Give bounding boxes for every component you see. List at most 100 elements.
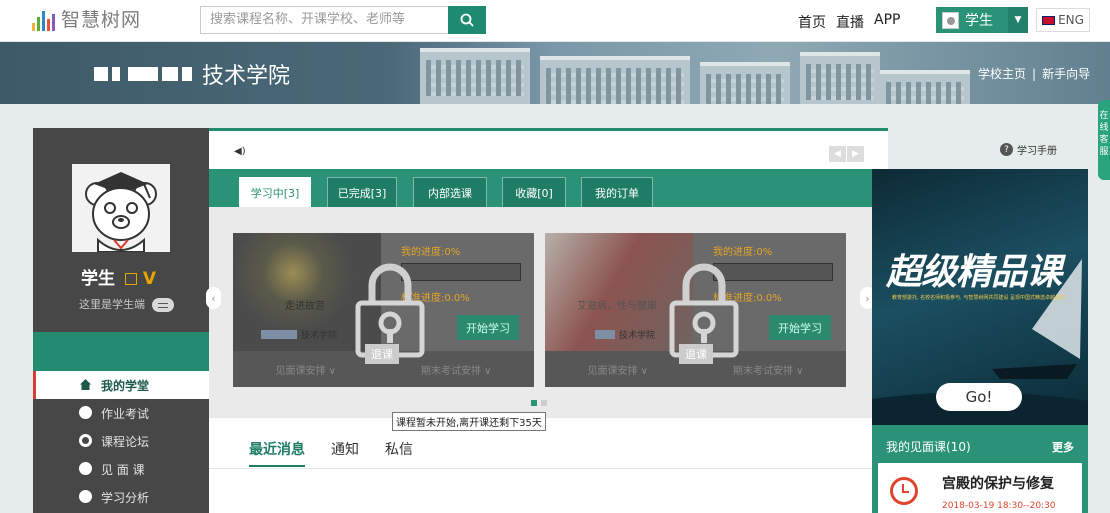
tab-internal[interactable]: 内部选课 <box>413 177 487 207</box>
sidebar-item-homework[interactable]: 作业考试 <box>33 399 209 427</box>
switch-role-icon[interactable] <box>151 298 174 312</box>
quit-course-button[interactable]: 退课 <box>365 344 399 364</box>
promo-subtitle: 教育部委托, 名校名师积极参与, 与智慧树网共同建设 呈现中国式精选卓越品质 <box>892 295 1065 301</box>
chart-icon <box>79 490 92 503</box>
meet-course-title: 宫殿的保护与修复 <box>942 476 1054 492</box>
banner-links: 学校主页 | 新手向导 <box>978 65 1090 82</box>
meet-course-panel: 我的见面课(10) 更多 宫殿的保护与修复 2018-03-19 18:30--… <box>872 425 1088 513</box>
speaker-icon: ◀) <box>234 146 246 157</box>
user-subtitle: 这里是学生端 <box>79 296 174 312</box>
user-name: 学生 V <box>81 264 156 289</box>
start-learning-button[interactable]: 开始学习 <box>457 315 519 340</box>
next-icon[interactable]: ▶ <box>847 146 865 162</box>
online-service-tab[interactable]: 在线客服 <box>1098 100 1110 180</box>
exam-schedule-dropdown[interactable]: 期末考试安排 ∨ <box>421 362 492 377</box>
quit-course-button[interactable]: 退课 <box>679 344 713 364</box>
tab-private-messages[interactable]: 私信 <box>385 439 413 459</box>
carousel-dot[interactable] <box>531 400 537 406</box>
school-logo-mark <box>182 67 192 81</box>
role-switcher[interactable]: 学生 ▼ <box>936 7 1028 33</box>
carousel-dot[interactable] <box>541 400 547 406</box>
newbie-guide-link[interactable]: 新手向导 <box>1042 67 1090 81</box>
tab-orders[interactable]: 我的订单 <box>581 177 653 207</box>
sidebar-item-label: 见 面 课 <box>101 462 145 477</box>
top-nav: 首页 直播 APP <box>798 12 900 32</box>
school-chip: 技术学院 <box>261 328 337 341</box>
meeting-icon <box>79 462 92 475</box>
meet-schedule-dropdown[interactable]: 见面课安排 ∨ <box>276 362 337 377</box>
language-switch[interactable]: ENG <box>1036 8 1090 32</box>
school-home-link[interactable]: 学校主页 <box>978 67 1026 81</box>
tab-recent-messages[interactable]: 最近消息 <box>249 439 305 467</box>
my-progress: 我的进度:0% <box>401 247 461 258</box>
vip-icon <box>124 273 137 285</box>
top-bar: 智慧树网 搜索课程名称、开课学校、老师等 首页 直播 APP 学生 ▼ ENG <box>0 0 1110 42</box>
promo-go-button[interactable]: Go! <box>936 383 1022 411</box>
bear-avatar-icon <box>72 164 170 252</box>
sidebar-item-label: 我的学堂 <box>101 378 150 393</box>
notice-pager: ◀ ▶ <box>829 146 865 162</box>
tab-notices[interactable]: 通知 <box>331 439 359 459</box>
meet-course-time: 2018-03-19 18:30--20:30 <box>942 501 1056 511</box>
sidebar-item-label: 作业考试 <box>101 406 150 421</box>
school-logo-mark <box>94 67 108 81</box>
avatar[interactable] <box>72 164 170 252</box>
building-image <box>700 62 790 104</box>
message-tabs: 最近消息 通知 私信 <box>209 429 872 469</box>
building-image <box>800 52 880 104</box>
course-title: 走进故宫 <box>285 301 325 312</box>
meet-schedule-dropdown[interactable]: 见面课安排 ∨ <box>588 362 649 377</box>
user-face-icon <box>942 11 959 29</box>
school-chip-label: 技术学院 <box>619 331 656 341</box>
user-name-label: 学生 <box>81 269 115 289</box>
meet-course-header: 我的见面课(10) <box>886 440 971 454</box>
sidebar: 学生 V 这里是学生端 我的学堂 作业考试 课程论坛 见 面 课 学习分析 <box>33 128 209 513</box>
school-title: 技术学院 <box>94 58 290 90</box>
user-subtitle-label: 这里是学生端 <box>79 298 145 311</box>
tab-favorites[interactable]: 收藏[0] <box>502 177 566 207</box>
notice-bar: ◀) ◀ ▶ <box>209 128 888 169</box>
meet-schedule-label: 见面课安排 <box>587 365 638 377</box>
question-icon: ? <box>1000 143 1013 156</box>
carousel-prev-icon[interactable]: ‹ <box>206 287 221 309</box>
study-manual-label: 学习手册 <box>1017 146 1057 157</box>
tab-learning[interactable]: 学习中[3] <box>239 177 311 207</box>
start-learning-button[interactable]: 开始学习 <box>769 315 831 340</box>
course-title: 艾滋病、性与健康 <box>577 301 657 312</box>
study-manual-link[interactable]: ? 学习手册 <box>1000 142 1057 157</box>
nav-live-link[interactable]: 直播 <box>836 12 864 32</box>
promo-banner[interactable]: 超级精品课 教育部委托, 名校名师积极参与, 与智慧树网共同建设 呈现中国式精选… <box>872 169 1088 425</box>
vip-badge: V <box>142 269 157 289</box>
uk-flag-icon <box>1042 15 1056 25</box>
prev-icon[interactable]: ◀ <box>829 146 847 162</box>
sidebar-item-my-classroom[interactable]: 我的学堂 <box>33 371 209 399</box>
logo[interactable]: 智慧树网 <box>32 9 141 31</box>
building-image <box>540 56 690 104</box>
tab-completed[interactable]: 已完成[3] <box>327 177 397 207</box>
sidebar-item-forum[interactable]: 课程论坛 <box>33 427 209 455</box>
school-logo-mark <box>112 67 120 81</box>
search-input[interactable]: 搜索课程名称、开课学校、老师等 <box>200 6 448 34</box>
alarm-clock-icon <box>890 477 918 505</box>
course-carousel: ‹ › 走进故宫 我的进度:0% 标准进度:0.0% 开始学习 技术学院 见面课… <box>206 207 875 431</box>
sidebar-item-meeting[interactable]: 见 面 课 <box>33 455 209 483</box>
sidebar-menu: 我的学堂 作业考试 课程论坛 见 面 课 学习分析 <box>33 371 209 511</box>
sidebar-item-label: 课程论坛 <box>101 434 150 449</box>
search-icon <box>460 13 474 27</box>
role-label: 学生 <box>965 13 993 29</box>
my-progress: 我的进度:0% <box>713 247 773 258</box>
nav-app-link[interactable]: APP <box>874 12 900 32</box>
home-icon <box>80 379 91 390</box>
course-tabs: 学习中[3] 已完成[3] 内部选课 收藏[0] 我的订单 <box>209 169 888 207</box>
building-image <box>420 48 530 104</box>
more-link[interactable]: 更多 <box>1052 439 1074 455</box>
search-button[interactable] <box>448 6 486 34</box>
sidebar-item-analysis[interactable]: 学习分析 <box>33 483 209 511</box>
nav-home-link[interactable]: 首页 <box>798 12 826 32</box>
divider: | <box>1032 67 1037 81</box>
school-name: 技术学院 <box>202 64 291 89</box>
meet-course-card[interactable]: 宫殿的保护与修复 2018-03-19 18:30--20:30 <box>878 463 1082 513</box>
language-label: ENG <box>1058 13 1084 27</box>
school-logo-mark <box>595 330 615 339</box>
exam-schedule-label: 期末考试安排 <box>421 365 481 377</box>
